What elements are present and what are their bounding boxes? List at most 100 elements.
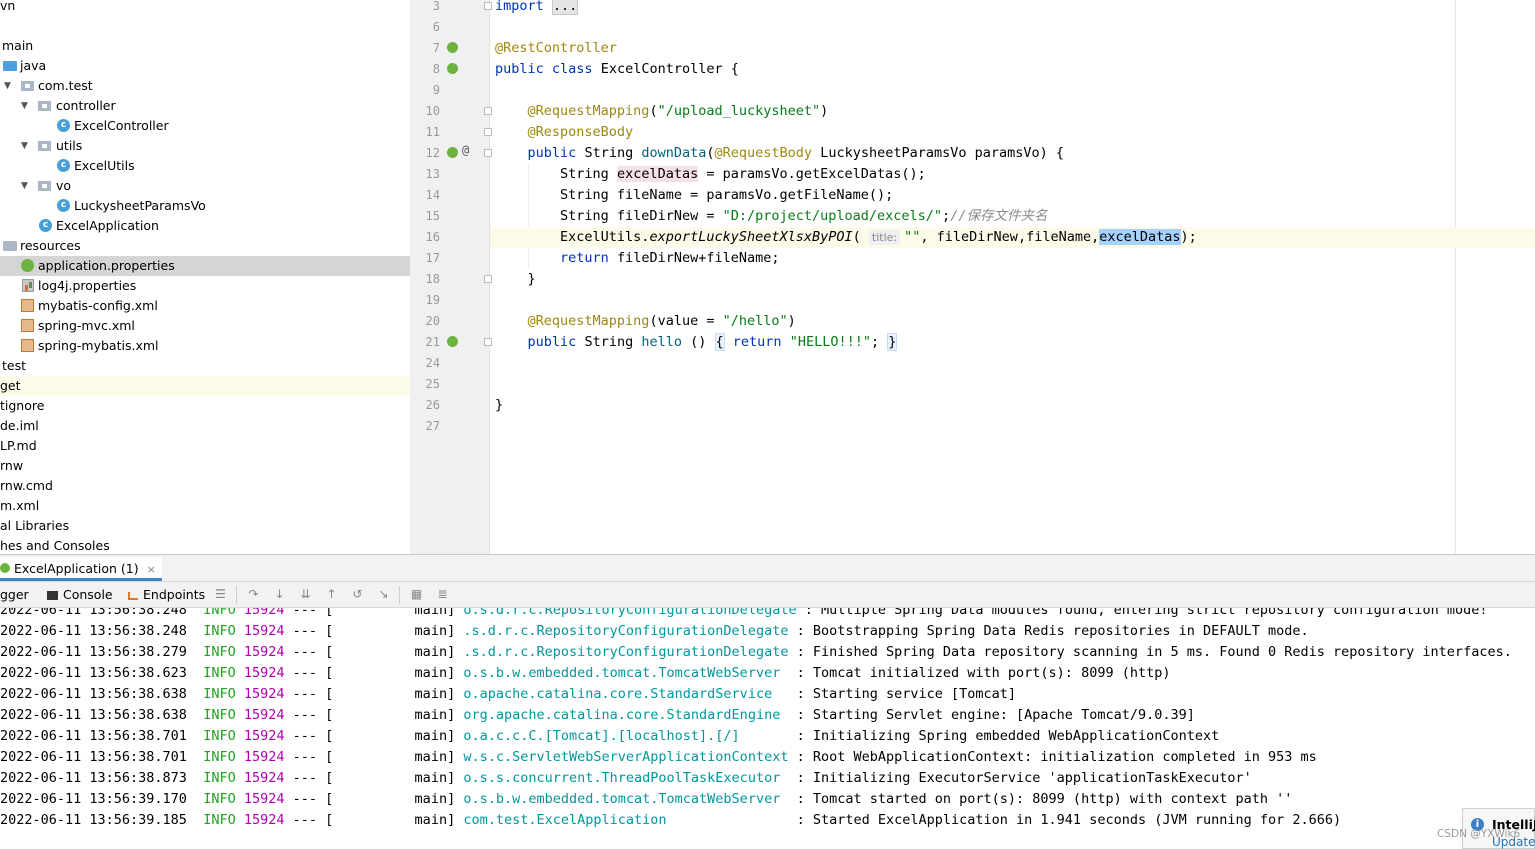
fold-marker-icon[interactable] [484,149,492,157]
code-line-3[interactable]: import ... [495,0,579,17]
tree-item-mybatis-config[interactable]: mybatis-config.xml [0,296,410,316]
tree-item-help-md[interactable]: LP.md [0,436,410,456]
force-step-into-icon[interactable]: ⇊ [299,588,312,601]
chevron-down-icon[interactable]: ▼ [21,96,28,116]
tree-item-log4j-properties[interactable]: log4j.properties [0,276,410,296]
folded-imports[interactable]: ... [551,0,579,15]
spring-mapping-icon[interactable] [447,147,458,158]
tree-item-vn[interactable]: vn [0,0,410,16]
selected-variable[interactable]: excelDatas [1099,229,1181,245]
tree-item-scratches[interactable]: hes and Consoles [0,536,410,554]
step-over-icon[interactable]: ↷ [247,588,260,601]
tree-item-label: com.test [38,78,93,93]
step-out-icon[interactable]: ↑ [325,588,338,601]
close-icon[interactable]: × [147,563,156,576]
code-line-17[interactable]: return fileDirNew+fileName; [495,248,779,269]
line-number: 19 [425,293,440,307]
code-line-13[interactable]: String excelDatas = paramsVo.getExcelDat… [495,164,926,185]
code-line-21[interactable]: public String hello () { return "HELLO!!… [495,332,898,353]
tree-item-main[interactable]: main [0,36,410,56]
at-sign-icon[interactable]: @ [462,143,469,157]
code-line-26[interactable]: } [495,395,503,416]
class-icon: c [57,119,70,132]
tree-item-label: utils [56,138,83,153]
code-line-7[interactable]: @RestController [495,38,617,59]
tree-item-com-test[interactable]: ▼ com.test [0,76,410,96]
fold-marker-icon[interactable] [484,107,492,115]
project-tree-scrollbar[interactable] [410,0,420,554]
tree-item-resources[interactable]: resources [0,236,410,256]
project-tree[interactable]: vn main java ▼ com.test ▼ controller c Exce… [0,0,410,554]
code-line-18[interactable]: } [495,269,536,290]
tree-item-excel-utils[interactable]: c ExcelUtils [0,156,410,176]
tree-item-application-properties[interactable]: application.properties [0,256,410,276]
code-line-16-current[interactable]: ExcelUtils.exportLuckySheetXlsxByPOI( ti… [490,227,1535,248]
tree-item-excel-controller[interactable]: c ExcelController [0,116,410,136]
spring-mapping-icon[interactable] [447,336,458,347]
type: String [584,145,634,161]
log-line: 2022-06-11 13:56:38.248 INFO 15924 --- [… [0,608,1488,618]
tab-console[interactable]: Console [47,582,113,608]
line-number: 15 [425,209,440,223]
spring-bean-icon[interactable] [447,42,458,53]
tree-item-label: rnw [0,458,24,473]
step-into-icon[interactable]: ↓ [273,588,286,601]
string-literal: "/upload_luckysheet" [657,103,821,119]
tree-item-gitignore[interactable]: tignore [0,396,410,416]
tree-item-external-libraries[interactable]: al Libraries [0,516,410,536]
log-line: 2022-06-11 13:56:38.701 INFO 15924 --- [… [0,749,1317,765]
tree-item-test[interactable]: test [0,356,410,376]
log-line: 2022-06-11 13:56:38.638 INFO 15924 --- [… [0,707,1195,723]
tree-item-java[interactable]: java [0,56,410,76]
drop-frame-icon[interactable]: ↺ [351,588,364,601]
tree-item-pom-xml[interactable]: m.xml [0,496,410,516]
annotation: @RequestMapping [527,313,650,329]
console-output[interactable]: 2022-06-11 13:56:38.248 INFO 15924 --- [… [0,608,1535,849]
comment: //保存文件夹名 [950,208,1048,224]
menu-lines-icon[interactable]: ☰ [214,588,227,601]
chevron-down-icon[interactable]: ▼ [21,176,28,196]
tree-item-spring-mvc[interactable]: spring-mvc.xml [0,316,410,336]
spring-boot-run-icon [0,563,10,573]
package-icon [38,101,51,111]
tree-item-label: ExcelController [74,118,169,133]
fold-marker-icon[interactable] [484,2,492,10]
tree-item-utils[interactable]: ▼ utils [0,136,410,156]
fold-marker-icon[interactable] [484,128,492,136]
tree-item-vo[interactable]: ▼ vo [0,176,410,196]
punct: ); [1180,229,1197,245]
tree-item-mvnw-cmd[interactable]: rnw.cmd [0,476,410,496]
code-line-15[interactable]: String fileDirNew = "D:/project/upload/e… [495,206,1047,227]
tree-item-mvnw[interactable]: rnw [0,456,410,476]
code-editor[interactable] [490,0,1535,554]
code-line-11[interactable]: @ResponseBody [495,122,634,143]
folded-brace[interactable]: } [887,333,898,351]
tree-item-blank[interactable] [0,16,410,36]
tree-item-spring-mybatis[interactable]: spring-mybatis.xml [0,336,410,356]
chevron-down-icon[interactable]: ▼ [4,76,11,96]
fold-marker-icon[interactable] [484,275,492,283]
tree-item-controller[interactable]: ▼ controller [0,96,410,116]
spring-bean-icon[interactable] [447,63,458,74]
run-to-cursor-icon[interactable]: ↘ [377,588,390,601]
tree-item-excel-application[interactable]: c ExcelApplication [0,216,410,236]
trace-icon[interactable]: ≣ [436,588,449,601]
chevron-down-icon[interactable]: ▼ [21,136,28,156]
code-line-20[interactable]: @RequestMapping(value = "/hello") [495,311,796,332]
code-line-12[interactable]: public String downData(@RequestBody Luck… [495,143,1065,164]
tab-debugger[interactable]: gger [0,582,29,608]
folded-brace[interactable]: { [714,333,725,351]
fold-marker-icon[interactable] [484,338,492,346]
line-number: 6 [432,20,440,34]
code-line-10[interactable]: @RequestMapping("/upload_luckysheet") [495,101,829,122]
evaluate-expression-icon[interactable]: ▦ [410,588,423,601]
tab-endpoints[interactable]: Endpoints [128,582,205,608]
line-number: 8 [432,62,440,76]
code-line-14[interactable]: String fileName = paramsVo.getFileName()… [495,185,893,206]
class-icon: c [57,199,70,212]
tree-item-target[interactable]: get [0,376,410,396]
tree-item-luckysheet-params-vo[interactable]: c LuckysheetParamsVo [0,196,410,216]
code-line-8[interactable]: public class ExcelController { [495,59,739,80]
run-tab-excel-application[interactable]: ExcelApplication (1) × [0,557,162,581]
tree-item-iml[interactable]: de.iml [0,416,410,436]
